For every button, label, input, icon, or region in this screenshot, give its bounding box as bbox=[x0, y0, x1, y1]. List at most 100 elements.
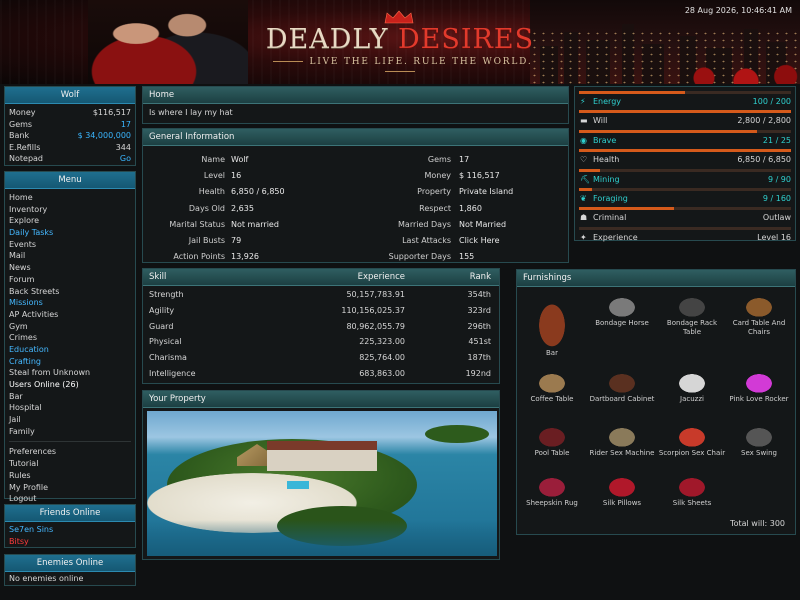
stat-energy[interactable]: ⚡ Energy 100 / 200 bbox=[579, 91, 791, 110]
stat-label: Criminal bbox=[593, 213, 627, 223]
furnishing-item[interactable]: Scorpion Sex Chair bbox=[657, 423, 727, 458]
skill-experience: 50,157,783.91 bbox=[346, 290, 405, 299]
bank-value[interactable]: $ 34,000,000 bbox=[78, 130, 131, 142]
stat-will[interactable]: ▬ Will 2,800 / 2,800 bbox=[579, 110, 791, 129]
stat-experience[interactable]: ✦ Experience Level 16 bbox=[579, 226, 791, 246]
menu-item-daily-tasks[interactable]: Daily Tasks bbox=[5, 227, 135, 239]
menu-item-forum[interactable]: Forum bbox=[5, 274, 135, 286]
stat-brave[interactable]: ◉ Brave 21 / 25 bbox=[579, 129, 791, 149]
stat-bar bbox=[579, 129, 791, 133]
menu-item-ap-activities[interactable]: AP Activities bbox=[5, 309, 135, 321]
info-value[interactable]: Click Here bbox=[459, 233, 500, 248]
skills-col-skill: Skill bbox=[149, 272, 167, 282]
banner-roses bbox=[680, 54, 800, 84]
furnishing-name: Pool Table bbox=[534, 449, 570, 457]
menu-item-tutorial[interactable]: Tutorial bbox=[5, 458, 135, 470]
stat-bar bbox=[579, 226, 791, 230]
furnishing-item[interactable]: Sex Swing bbox=[724, 423, 794, 458]
stat-bar bbox=[579, 188, 791, 191]
stat-foraging[interactable]: ❦ Foraging 9 / 160 bbox=[579, 188, 791, 207]
site-logo[interactable]: DEADLY DESIRES bbox=[250, 24, 550, 55]
menu-item-rules[interactable]: Rules bbox=[5, 470, 135, 482]
skill-experience: 683,863.00 bbox=[359, 368, 405, 378]
card-table-and-chairs-icon bbox=[739, 293, 779, 317]
enemies-panel: Enemies Online No enemies online bbox=[4, 554, 136, 586]
menu-item-gym[interactable]: Gym bbox=[5, 321, 135, 333]
skill-row: Guard 80,962,055.79 296th bbox=[143, 319, 499, 335]
furnishing-name: Dartboard Cabinet bbox=[589, 395, 655, 403]
general-info-row: Action Points 13,926 Supporter Days 155 bbox=[143, 249, 573, 264]
home-motto: Is where I lay my hat bbox=[149, 108, 233, 117]
furnishing-name: Sex Swing bbox=[741, 449, 777, 457]
stat-value: 100 / 200 bbox=[752, 97, 791, 106]
notepad-row: Notepad Go bbox=[9, 153, 131, 165]
menu-item-mail[interactable]: Mail bbox=[5, 250, 135, 262]
menu-item-education[interactable]: Education bbox=[5, 344, 135, 356]
menu-item-inventory[interactable]: Inventory bbox=[5, 204, 135, 216]
info-value[interactable]: 155 bbox=[459, 249, 474, 264]
rider-sex-machine-icon bbox=[602, 423, 642, 447]
menu-item-explore[interactable]: Explore bbox=[5, 215, 135, 227]
menu-item-steal-from-unknown[interactable]: Steal from Unknown bbox=[5, 367, 135, 379]
furnishing-item[interactable]: Pink Love Rocker bbox=[724, 369, 794, 404]
menu-item-missions[interactable]: Missions bbox=[5, 297, 135, 309]
menu-item-bar[interactable]: Bar bbox=[5, 391, 135, 403]
skill-rank: 451st bbox=[468, 337, 491, 347]
notepad-link[interactable]: Go bbox=[120, 153, 131, 165]
furnishing-item[interactable]: Sheepskin Rug bbox=[517, 473, 587, 508]
menu-item-back-streets[interactable]: Back Streets bbox=[5, 286, 135, 298]
info-value[interactable]: 1,860 bbox=[459, 201, 482, 216]
bar-icon bbox=[532, 293, 572, 347]
erefills-value: 344 bbox=[115, 142, 131, 152]
menu-item-crafting[interactable]: Crafting bbox=[5, 356, 135, 368]
furnishing-name: Sheepskin Rug bbox=[526, 499, 578, 507]
menu-item-family[interactable]: Family bbox=[5, 426, 135, 438]
menu-item-events[interactable]: Events bbox=[5, 239, 135, 251]
furnishing-item[interactable]: Coffee Table bbox=[517, 369, 587, 404]
stat-health[interactable]: ♡ Health 6,850 / 6,850 bbox=[579, 149, 791, 168]
furnishing-item[interactable]: Silk Sheets bbox=[657, 473, 727, 508]
sex-swing-icon bbox=[739, 423, 779, 447]
menu-item-home[interactable]: Home bbox=[5, 192, 135, 204]
stat-label: Energy bbox=[593, 97, 622, 106]
menu-item-jail[interactable]: Jail bbox=[5, 414, 135, 426]
menu-item-preferences[interactable]: Preferences bbox=[5, 446, 135, 458]
friends-title: Friends Online bbox=[5, 505, 135, 522]
stat-mining[interactable]: ⛏ Mining 9 / 90 bbox=[579, 168, 791, 188]
skill-name: Intelligence bbox=[149, 368, 196, 378]
gems-value[interactable]: 17 bbox=[121, 119, 131, 131]
furnishing-item[interactable]: Silk Pillows bbox=[587, 473, 657, 508]
home-title: Home bbox=[143, 87, 568, 104]
menu-item-users-online-26[interactable]: Users Online (26) bbox=[5, 379, 135, 391]
furnishing-item[interactable]: Bondage Horse bbox=[587, 293, 657, 328]
furnishing-item[interactable]: Bondage Rack Table bbox=[657, 293, 727, 337]
furnishing-item[interactable]: Dartboard Cabinet bbox=[587, 369, 657, 404]
bolt-icon: ⚡ bbox=[580, 97, 586, 106]
user-name[interactable]: Wolf bbox=[5, 87, 135, 104]
skill-row: Charisma 825,764.00 187th bbox=[143, 350, 499, 366]
stat-criminal[interactable]: ☗ Criminal Outlaw bbox=[579, 207, 791, 226]
furnishing-name: Jacuzzi bbox=[680, 395, 704, 403]
furnishing-item[interactable]: Jacuzzi bbox=[657, 369, 727, 404]
menu-item-crimes[interactable]: Crimes bbox=[5, 332, 135, 344]
furnishing-item[interactable]: Card Table And Chairs bbox=[724, 293, 794, 337]
stat-value: 21 / 25 bbox=[762, 135, 791, 145]
furnishing-item[interactable]: Bar bbox=[517, 293, 587, 358]
stat-bar-fill bbox=[579, 188, 592, 191]
menu-item-news[interactable]: News bbox=[5, 262, 135, 274]
furnishing-item[interactable]: Rider Sex Machine bbox=[587, 423, 657, 458]
general-info-row: Jail Busts 79 Last Attacks Click Here bbox=[143, 233, 573, 248]
friend-link[interactable]: Bitsy bbox=[5, 536, 135, 548]
menu-item-my-profile[interactable]: My Profile bbox=[5, 482, 135, 494]
stats-panel: ⚡ Energy 100 / 200 ▬ Will 2,800 / 2,800 ◉ Brave… bbox=[574, 86, 796, 242]
property-title: Your Property bbox=[143, 391, 499, 408]
info-label: Married Days bbox=[398, 219, 451, 229]
furnishing-item[interactable]: Pool Table bbox=[517, 423, 587, 458]
general-info-row: Name Wolf Gems 17 bbox=[143, 152, 573, 167]
skill-name: Guard bbox=[149, 321, 174, 331]
friend-link[interactable]: Se7en Sins bbox=[5, 524, 135, 536]
home-panel: Home Is where I lay my hat bbox=[142, 86, 569, 124]
menu-item-hospital[interactable]: Hospital bbox=[5, 402, 135, 414]
header-banner: DEADLY DESIRES LIVE THE LIFE. RULE THE W… bbox=[0, 0, 800, 84]
stat-bar-fill bbox=[579, 91, 685, 94]
